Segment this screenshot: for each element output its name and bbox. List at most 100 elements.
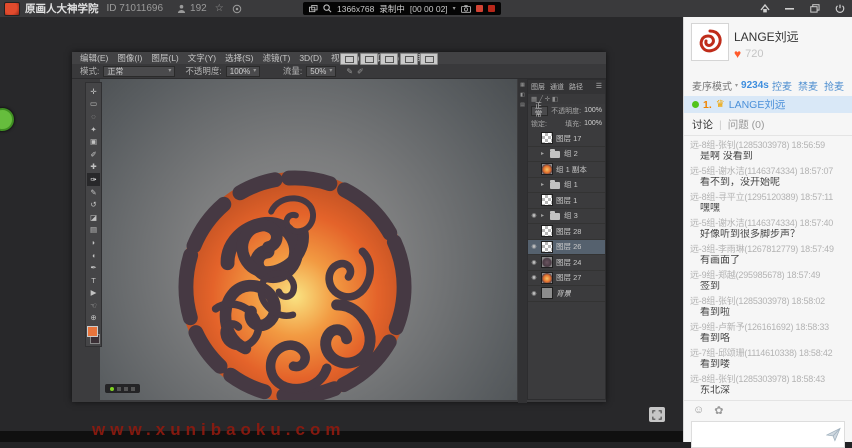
move-tool-icon[interactable]: ✛ — [87, 85, 100, 98]
group-caret-icon[interactable]: ▸ — [541, 212, 546, 219]
mic-grab-link[interactable]: 抢麦 — [824, 78, 844, 93]
layer-row[interactable]: ◉ 图层 28 — [528, 224, 605, 240]
heart-icon[interactable]: ♥ — [734, 47, 741, 61]
camera-icon[interactable] — [461, 5, 471, 13]
ps-menu-3d[interactable]: 3D(D) — [299, 53, 322, 63]
pause-record-button[interactable] — [476, 5, 483, 12]
layer-row[interactable]: ◉ 组 1 副本 — [528, 162, 605, 178]
layer-row-selected[interactable]: ◉ 图层 26 — [528, 240, 605, 256]
layer-blend-select[interactable]: 正常 — [531, 106, 548, 116]
brush-pressure-icon[interactable]: ✐ — [357, 67, 364, 76]
chat-message-list[interactable]: 远-8组-张钊(1285303978) 18:56:59 是啊 没看到 远-5组… — [684, 136, 852, 400]
mic-queue-item[interactable]: 1. ♛ LANGE刘远 — [684, 96, 852, 113]
layer-visibility-toggle[interactable]: ◉ — [530, 212, 538, 219]
ps-canvas[interactable] — [100, 79, 517, 400]
restore-button[interactable] — [808, 3, 821, 14]
panel-icon[interactable]: ▤ — [520, 102, 525, 108]
capture-toolbar-button[interactable] — [420, 53, 438, 65]
watermark-text: www.xunibaoku.com — [92, 420, 852, 440]
layer-row[interactable]: ◉ 图层 1 — [528, 193, 605, 209]
zoom-tool-icon[interactable]: ⊕ — [87, 312, 100, 325]
minimize-button[interactable] — [783, 3, 796, 14]
panel-icon[interactable]: ▦ — [520, 82, 525, 88]
history-brush-tool-icon[interactable]: ↺ — [87, 198, 100, 211]
tab-layers[interactable]: 图层 — [531, 82, 545, 92]
collapsed-panels-strip[interactable]: ▦ ◧ ▤ — [518, 79, 527, 403]
tab-channels[interactable]: 通道 — [550, 82, 564, 92]
eraser-tool-icon[interactable]: ◪ — [87, 211, 100, 224]
tab-paths[interactable]: 路径 — [569, 82, 583, 92]
ps-menu-select[interactable]: 选择(S) — [225, 52, 253, 64]
capture-toolbar-button[interactable] — [340, 53, 358, 65]
floating-assistant-widget[interactable] — [0, 108, 14, 131]
ps-menu-image[interactable]: 图像(I) — [117, 52, 142, 64]
blur-tool-icon[interactable]: ◗ — [87, 236, 100, 249]
eyedropper-tool-icon[interactable]: ✐ — [87, 148, 100, 161]
mic-mode-label[interactable]: 麦序模式 — [692, 78, 732, 93]
capture-toolbar-button[interactable] — [400, 53, 418, 65]
quick-selection-tool-icon[interactable]: ✦ — [87, 123, 100, 136]
color-swatches[interactable] — [87, 326, 100, 344]
group-caret-icon[interactable]: ▸ — [541, 181, 546, 188]
share-icon[interactable] — [232, 4, 242, 14]
layer-visibility-toggle[interactable]: ◉ — [530, 259, 538, 266]
flow-select[interactable]: 50% ▾ — [306, 66, 336, 77]
stop-record-button[interactable] — [488, 5, 495, 12]
flow-value: 50% — [310, 67, 326, 76]
close-button[interactable] — [833, 3, 846, 14]
mic-mute-link[interactable]: 禁麦 — [798, 78, 818, 93]
gift-flower-icon[interactable]: ✿ — [714, 404, 723, 417]
recorder-dropdown-icon[interactable]: ▾ — [453, 5, 456, 12]
dodge-tool-icon[interactable]: ◖ — [87, 249, 100, 262]
fill-value[interactable]: 100% — [584, 120, 602, 127]
crop-tool-icon[interactable]: ▣ — [87, 135, 100, 148]
like-counter[interactable]: ♥ 720 — [734, 47, 763, 61]
layer-row[interactable]: ◉ ▸ 组 1 — [528, 178, 605, 194]
layer-row[interactable]: ◉ ▸ 组 2 — [528, 147, 605, 163]
tab-discussion[interactable]: 讨论 — [692, 117, 713, 132]
layer-row[interactable]: ◉ 图层 24 — [528, 255, 605, 271]
magnifier-icon[interactable] — [323, 4, 332, 13]
healing-brush-tool-icon[interactable]: ✚ — [87, 161, 100, 174]
tab-question[interactable]: 问题 (0) — [728, 117, 765, 132]
layer-visibility-toggle[interactable]: ◉ — [530, 243, 538, 250]
layer-row[interactable]: ◉ 背景 — [528, 286, 605, 302]
panel-icon[interactable]: ◧ — [520, 92, 525, 98]
blend-mode-select[interactable]: 正常 ▾ — [103, 66, 175, 77]
lasso-tool-icon[interactable]: ◌ — [87, 110, 100, 123]
foreground-color-swatch[interactable] — [87, 326, 98, 337]
layer-row[interactable]: ◉ 图层 17 — [528, 131, 605, 147]
window-capture-icon[interactable] — [309, 5, 318, 13]
path-selection-tool-icon[interactable]: ▶ — [87, 287, 100, 300]
ps-menu-type[interactable]: 文字(Y) — [188, 52, 216, 64]
panel-menu-icon[interactable]: ☰ — [596, 82, 602, 92]
emoji-picker-icon[interactable]: ☺ — [693, 404, 704, 417]
opacity-select[interactable]: 100% ▾ — [226, 66, 260, 77]
capture-toolbar-button[interactable] — [380, 53, 398, 65]
mic-control-link[interactable]: 控麦 — [772, 78, 792, 93]
clone-stamp-tool-icon[interactable]: ✎ — [87, 186, 100, 199]
hand-tool-icon[interactable]: ☜ — [87, 299, 100, 312]
layer-visibility-toggle[interactable]: ◉ — [530, 290, 538, 297]
ps-menu-layer[interactable]: 图层(L) — [151, 52, 178, 64]
brush-tool-icon[interactable]: ✑ — [87, 173, 100, 186]
layer-visibility-toggle[interactable]: ◉ — [530, 274, 538, 281]
skin-theme-icon[interactable] — [758, 3, 771, 14]
type-tool-icon[interactable]: T — [87, 274, 100, 287]
chevron-down-icon[interactable]: ▾ — [735, 82, 738, 89]
layer-opacity-value[interactable]: 100% — [584, 107, 602, 114]
room-id: ID 71011696 — [107, 3, 164, 14]
ps-menu-filter[interactable]: 滤镜(T) — [262, 52, 290, 64]
favorite-star-icon[interactable]: ☆ — [215, 3, 224, 14]
capture-toolbar-button[interactable] — [360, 53, 378, 65]
host-avatar[interactable] — [691, 23, 729, 61]
ps-menu-edit[interactable]: 编辑(E) — [80, 52, 108, 64]
layer-row[interactable]: ◉ 图层 27 — [528, 271, 605, 287]
gradient-tool-icon[interactable]: ▤ — [87, 224, 100, 237]
queue-user-name[interactable]: LANGE刘远 — [729, 97, 786, 112]
pen-tool-icon[interactable]: ✒ — [87, 261, 100, 274]
group-caret-icon[interactable]: ▸ — [541, 150, 546, 157]
brush-pressure-icon[interactable]: ✎ — [346, 67, 353, 76]
layer-row[interactable]: ◉ ▸ 组 3 — [528, 209, 605, 225]
marquee-tool-icon[interactable]: ▭ — [87, 98, 100, 111]
